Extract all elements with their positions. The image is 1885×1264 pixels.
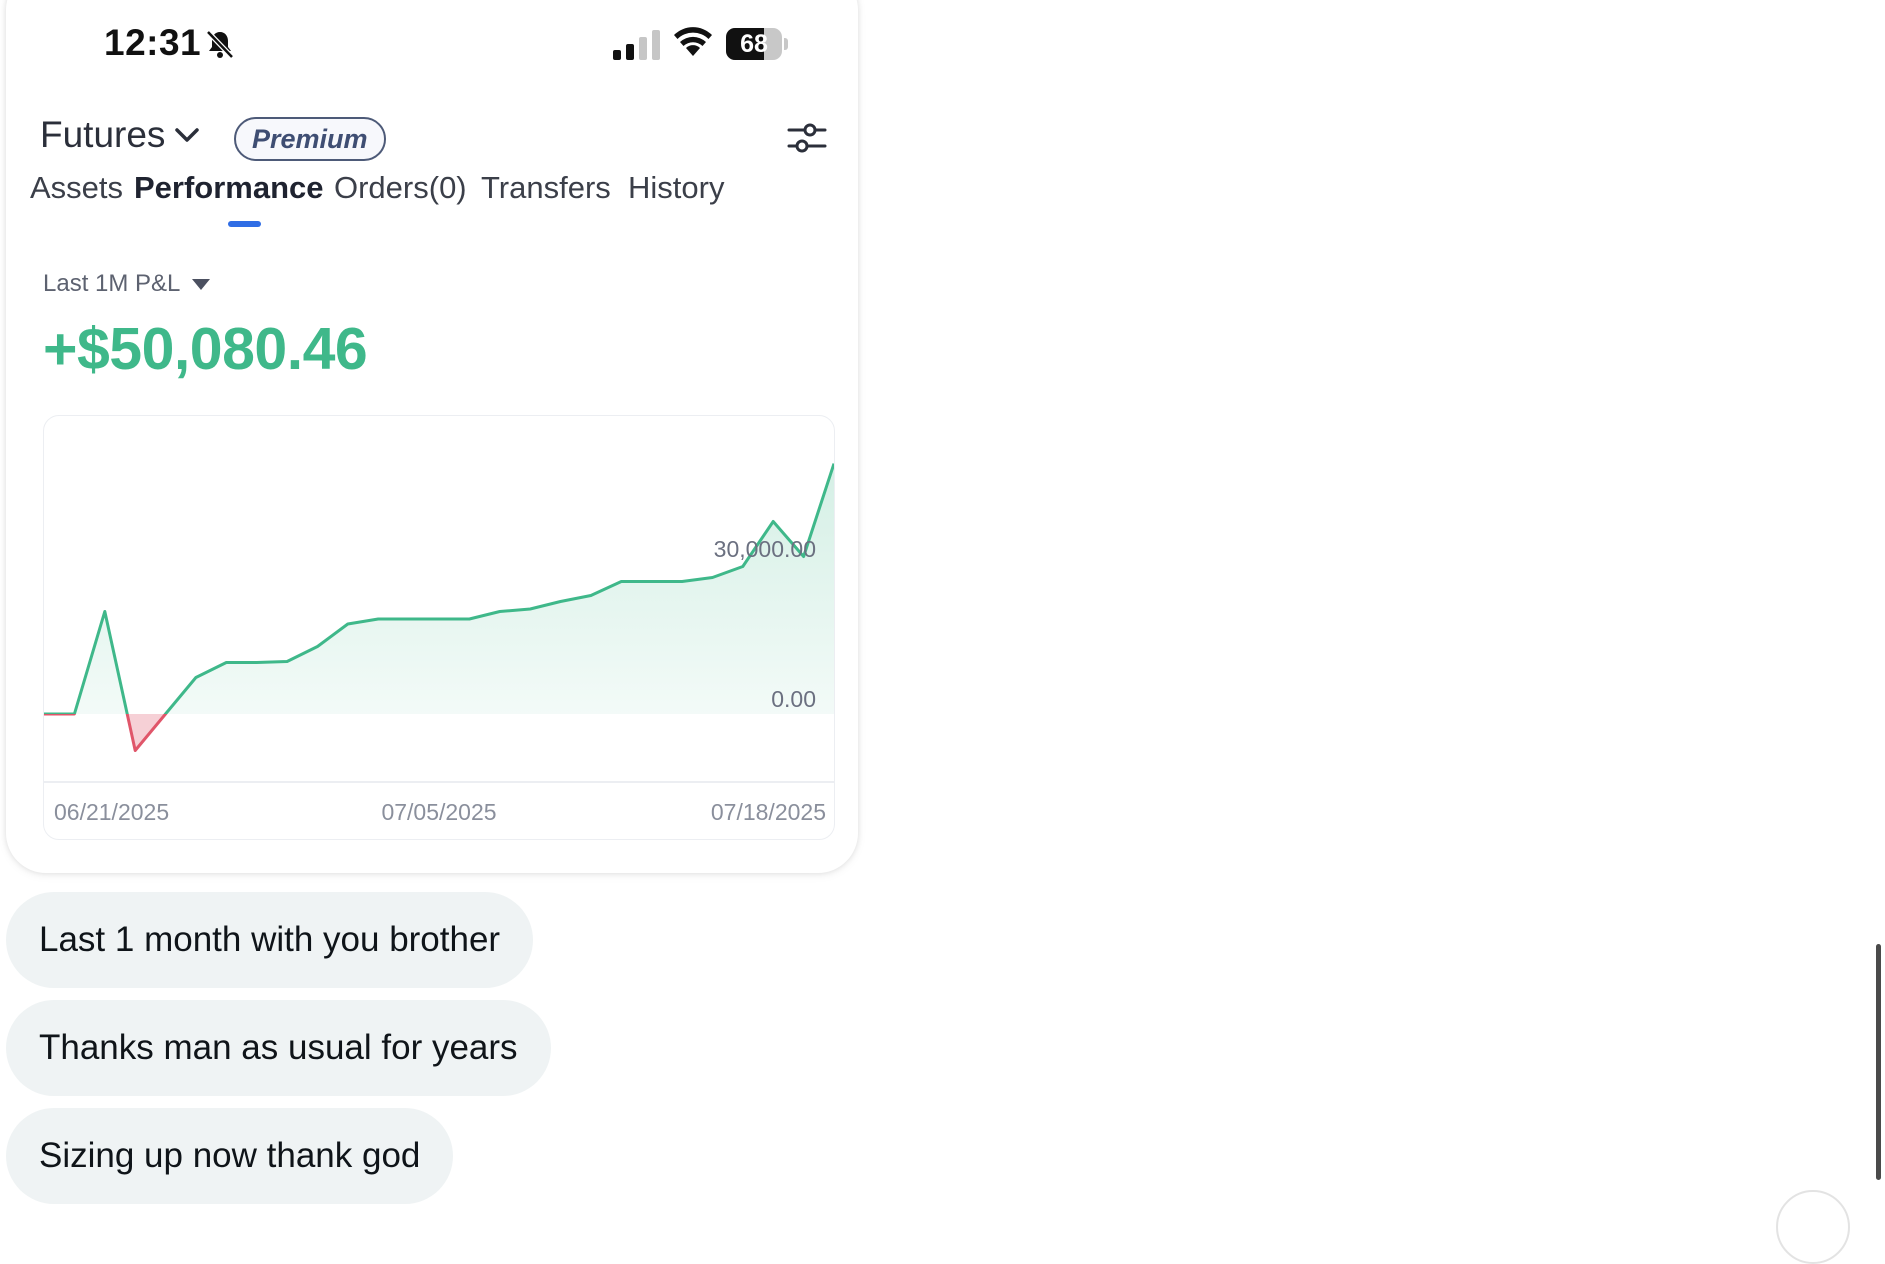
y-tick-label: 30,000.00 [714,536,816,562]
x-tick-label: 06/21/2025 [54,799,169,825]
pnl-area-positive [44,463,834,714]
battery-icon: 68 [726,28,788,60]
tab-assets[interactable]: Assets [30,170,123,206]
message-bubble: Thanks man as usual for years [6,1000,551,1096]
scroll-to-bottom-button[interactable] [1776,1190,1850,1264]
tab-orders[interactable]: Orders(0) [334,170,467,206]
futures-screenshot: 12:31 68 Futures Premium Assets Performa… [6,0,858,873]
pnl-chart-svg: 30,000.00 0.00 06/21/2025 07/05/2025 07/18/… [44,463,834,825]
pnl-period-selector[interactable]: Last 1M P&L [43,270,211,298]
account-label: Futures [40,114,166,155]
wifi-icon [674,27,712,56]
message-bubble: Last 1 month with you brother [6,892,534,988]
tab-performance[interactable]: Performance [134,170,324,206]
account-selector[interactable]: Futures [40,114,201,156]
scrollbar[interactable] [1876,944,1881,1180]
tab-history[interactable]: History [628,170,724,206]
status-time: 12:31 [104,22,202,63]
active-tab-indicator [228,221,261,227]
pnl-value: +$50,080.46 [43,316,368,382]
message-bubble: Sizing up now thank god [6,1108,454,1204]
x-tick-label: 07/05/2025 [381,799,496,825]
tab-bar: Assets Performance Orders(0) Transfers H… [6,170,858,250]
filter-settings-icon[interactable] [787,118,827,158]
x-tick-label: 07/18/2025 [711,799,826,825]
premium-badge: Premium [234,117,386,161]
battery-level: 68 [740,30,768,58]
y-tick-label: 0.00 [771,686,816,712]
chevron-down-icon [175,128,200,142]
cellular-signal-icon [613,30,660,60]
bell-muted-icon [206,30,234,59]
caret-down-icon [192,278,211,290]
tab-transfers[interactable]: Transfers [481,170,611,206]
pnl-period-label: Last 1M P&L [43,270,181,297]
pnl-chart: 30,000.00 0.00 06/21/2025 07/05/2025 07/18/… [43,415,835,840]
